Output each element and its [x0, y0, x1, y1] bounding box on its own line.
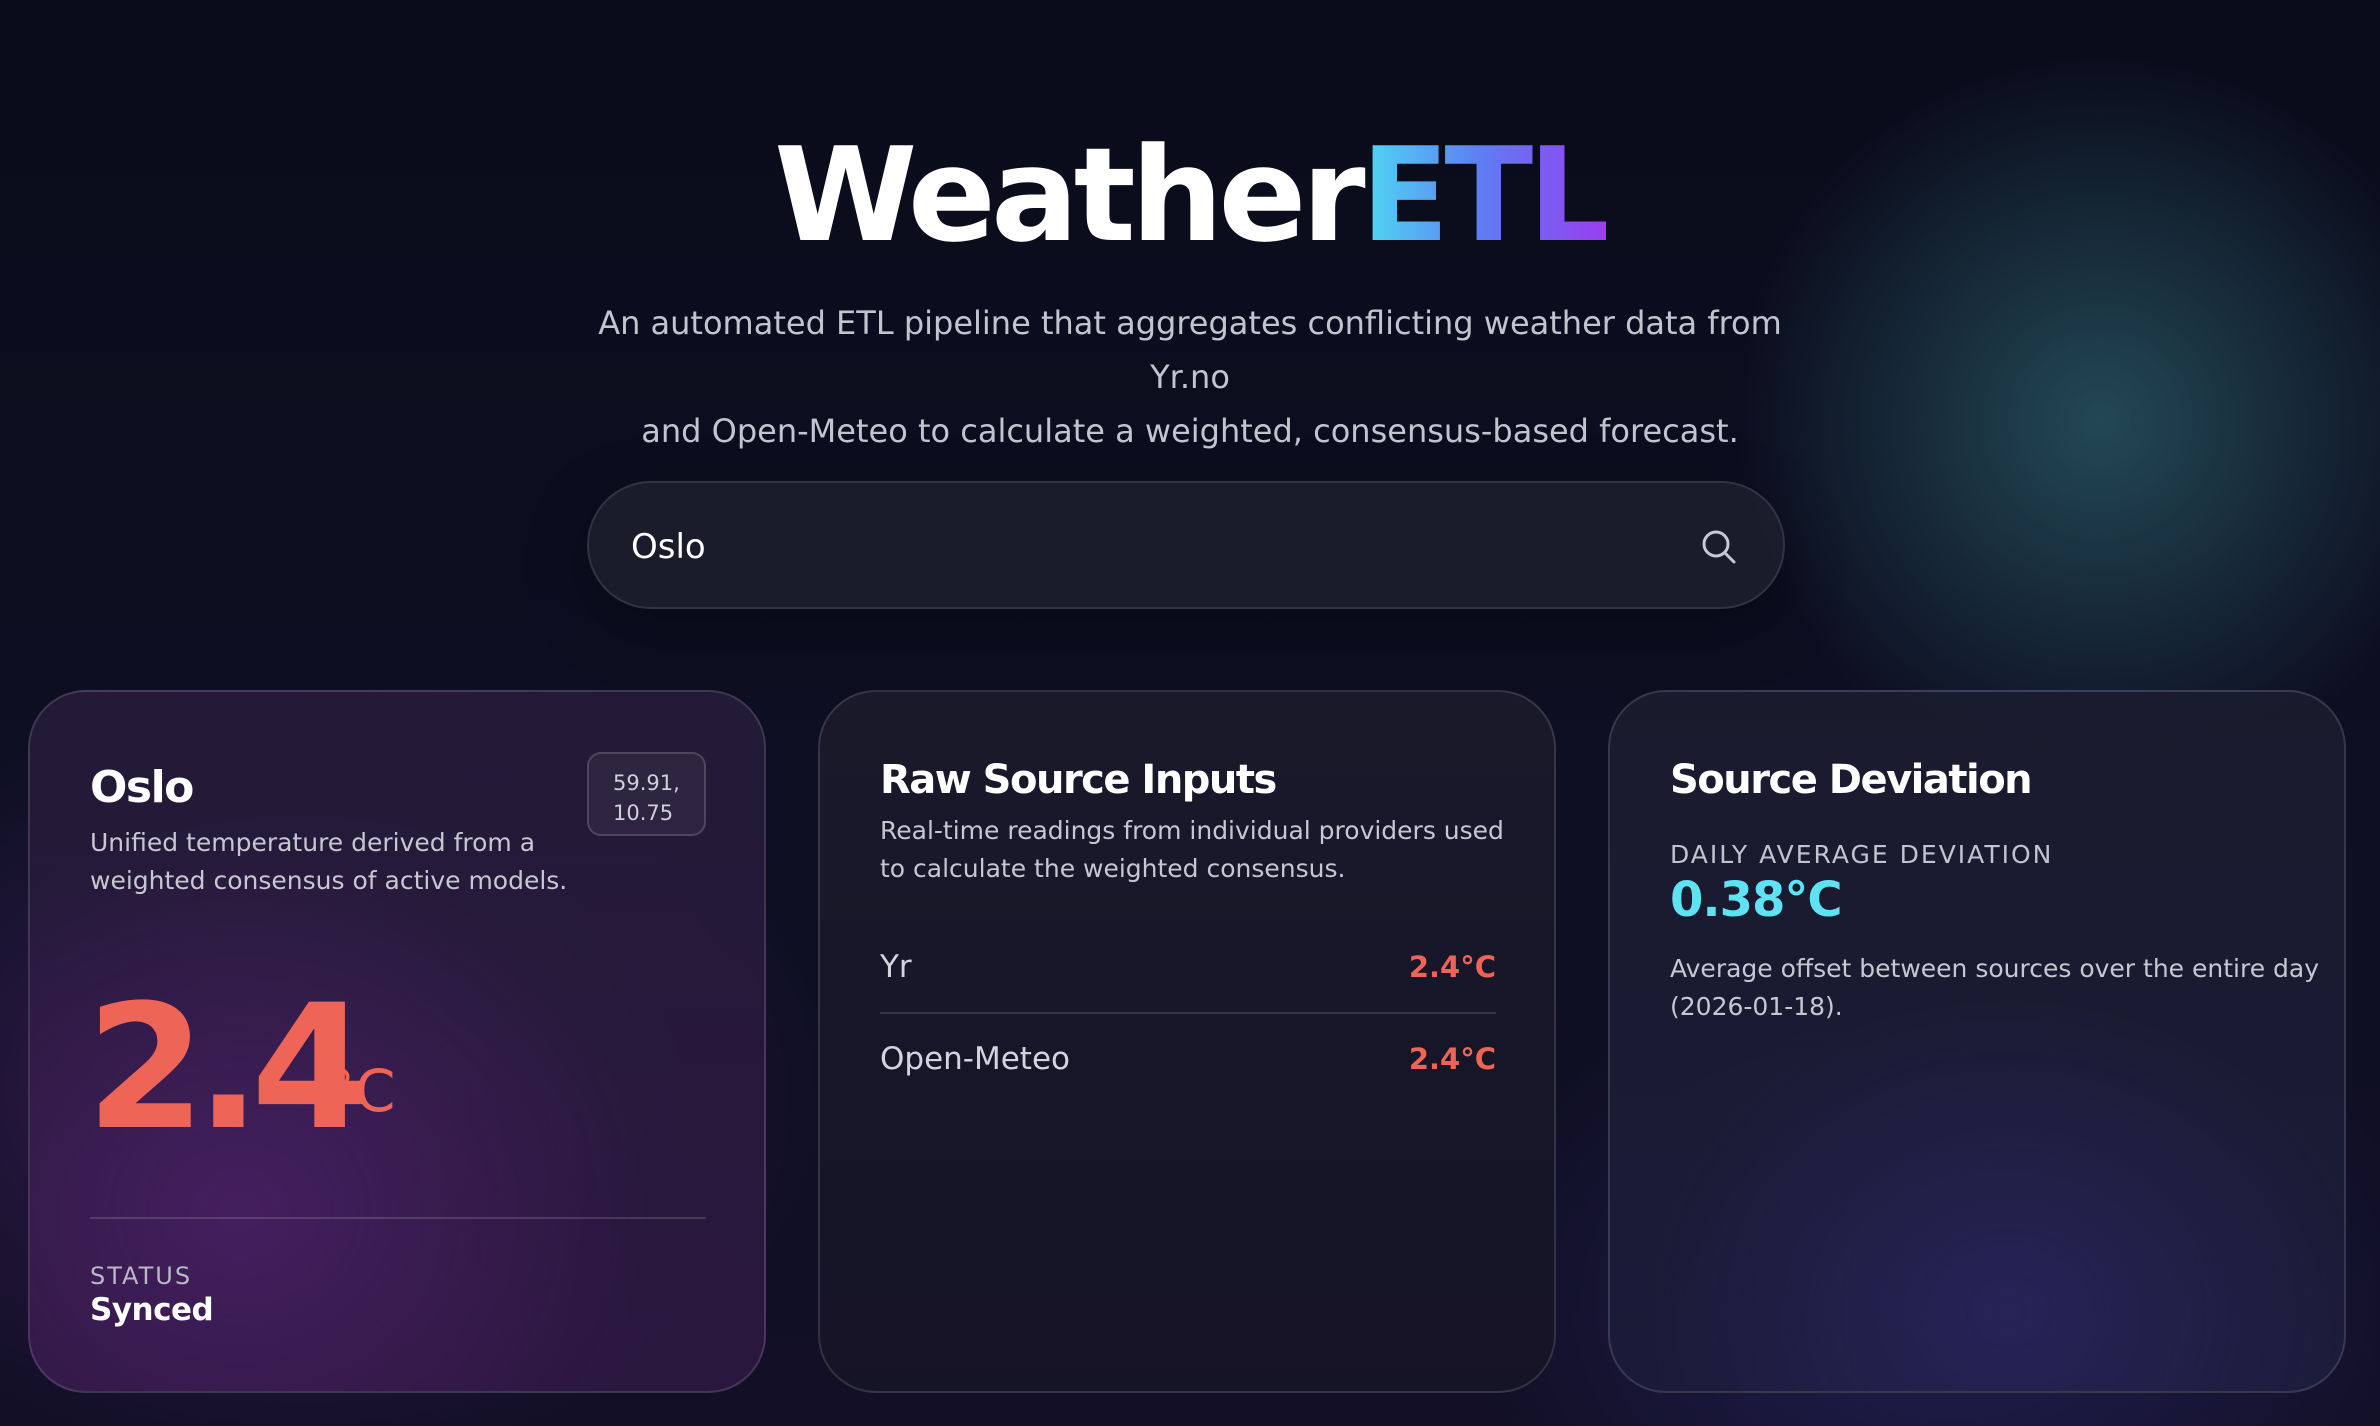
sources-card-title: Raw Source Inputs	[880, 757, 1277, 803]
location-card: Oslo 59.91, 10.75 Unified temperature de…	[28, 690, 766, 1393]
coordinates-lon: 10.75	[613, 801, 674, 825]
location-city: Oslo	[90, 762, 194, 813]
source-name: Yr	[880, 949, 912, 985]
app-subtitle: An automated ETL pipeline that aggregate…	[590, 296, 1790, 458]
sources-description: Real-time readings from individual provi…	[880, 812, 1504, 888]
source-row-open-meteo: Open-Meteo 2.4°C	[880, 1014, 1496, 1104]
status-value: Synced	[90, 1292, 214, 1328]
deviation-label: DAILY AVERAGE DEVIATION	[1670, 840, 2054, 869]
location-desc-line-2: weighted consensus of active models.	[90, 866, 568, 895]
deviation-desc-line-2: (2026-01-18).	[1670, 992, 1843, 1021]
subtitle-line-2: and Open-Meteo to calculate a weighted, …	[641, 412, 1739, 450]
search-icon	[1702, 530, 1736, 564]
app-title: WeatherETL	[0, 130, 2380, 260]
source-row-yr: Yr 2.4°C	[880, 922, 1496, 1012]
deviation-description: Average offset between sources over the …	[1670, 950, 2319, 1026]
temperature-unit: °C	[326, 1057, 396, 1125]
coordinates-badge: 59.91, 10.75	[587, 752, 706, 836]
source-name: Open-Meteo	[880, 1041, 1070, 1077]
location-desc-line-1: Unified temperature derived from a	[90, 828, 536, 857]
search-button[interactable]	[1693, 521, 1745, 573]
search-bar	[587, 481, 1785, 609]
app-title-main: Weather	[774, 119, 1366, 271]
sources-card: Raw Source Inputs Real-time readings fro…	[818, 690, 1556, 1393]
deviation-card-title: Source Deviation	[1670, 757, 2033, 803]
deviation-desc-line-1: Average offset between sources over the …	[1670, 954, 2320, 983]
subtitle-line-1: An automated ETL pipeline that aggregate…	[598, 304, 1782, 396]
sources-desc-line-2: to calculate the weighted consensus.	[880, 854, 1346, 883]
consensus-temperature: 2.4	[86, 967, 371, 1168]
divider	[90, 1217, 706, 1219]
app-title-accent: ETL	[1360, 119, 1611, 271]
deviation-card: Source Deviation DAILY AVERAGE DEVIATION…	[1608, 690, 2346, 1393]
status-label: STATUS	[90, 1262, 193, 1290]
location-description: Unified temperature derived from a weigh…	[90, 824, 567, 900]
search-input[interactable]	[631, 517, 1631, 577]
source-value: 2.4°C	[1408, 950, 1496, 984]
deviation-value: 0.38°C	[1670, 872, 1843, 928]
sources-desc-line-1: Real-time readings from individual provi…	[880, 816, 1504, 845]
coordinates-lat: 59.91,	[613, 771, 680, 795]
source-value: 2.4°C	[1408, 1042, 1496, 1076]
